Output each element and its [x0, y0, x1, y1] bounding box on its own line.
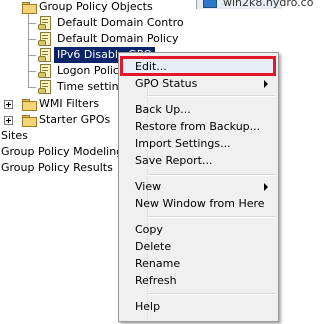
tree-item-label: WMI Filters	[39, 97, 100, 110]
menu-separator	[147, 95, 275, 97]
menu-item-view[interactable]: View	[135, 179, 161, 195]
tree-item-wmi-filters[interactable]: WMI Filters	[0, 96, 102, 112]
menu-item-new-window-from-here[interactable]: New Window from Here	[135, 196, 265, 212]
tree-item-group-policy-results[interactable]: Group Policy Results	[0, 160, 116, 176]
gpo-icon	[38, 80, 51, 94]
menu-item-back-up[interactable]: Back Up...	[135, 102, 191, 118]
menu-item-edit[interactable]: Edit...	[135, 59, 167, 75]
menu-item-copy[interactable]: Copy	[135, 222, 163, 238]
tree-item-sites[interactable]: Sites	[0, 128, 31, 144]
window-title: win2k8.hydro.co	[223, 0, 314, 9]
tree-item-starter-gpos[interactable]: Starter GPOs	[0, 112, 113, 128]
menu-item-label: GPO Status	[135, 77, 198, 90]
tree-item-label: Group Policy Objects	[39, 0, 153, 13]
tree-item-group-policy-modeling[interactable]: Group Policy Modeling	[0, 144, 126, 160]
window-fragment: win2k8.hydro.co	[196, 0, 313, 9]
menu-item-help[interactable]: Help	[135, 299, 160, 315]
menu-separator	[147, 216, 275, 218]
submenu-arrow-icon	[264, 183, 268, 191]
expand-icon[interactable]	[4, 116, 13, 125]
folder-icon	[22, 2, 37, 14]
menu-item-gpo-status[interactable]: GPO Status	[135, 76, 271, 92]
menu-separator	[147, 293, 275, 295]
gpo-icon	[38, 64, 51, 78]
tree-item-group-policy-objects[interactable]: Group Policy Objects	[0, 0, 156, 15]
menu-item-import-settings[interactable]: Import Settings...	[135, 136, 231, 152]
expand-icon[interactable]	[4, 100, 13, 109]
tree-item-logon-policy[interactable]: Logon Policy	[0, 63, 129, 79]
menu-item-delete[interactable]: Delete	[135, 239, 171, 255]
tree-item-label: Sites	[1, 129, 28, 142]
menu-item-restore-from-backup[interactable]: Restore from Backup...	[135, 119, 260, 135]
folder-icon	[22, 99, 37, 111]
tree-item-default-domain-controllers[interactable]: Default Domain Contro	[0, 15, 187, 31]
gpo-icon	[38, 16, 51, 30]
computer-icon	[203, 0, 217, 8]
gpo-icon	[38, 48, 51, 62]
gpo-icon	[38, 32, 51, 46]
folder-icon	[22, 115, 37, 127]
tree-item-label: Default Domain Contro	[57, 16, 184, 29]
menu-item-refresh[interactable]: Refresh	[135, 273, 177, 289]
tree-item-label: Group Policy Results	[1, 161, 113, 174]
menu-item-save-report[interactable]: Save Report...	[135, 153, 212, 169]
submenu-arrow-icon	[264, 80, 268, 88]
tree-item-time-setting[interactable]: Time setting	[0, 79, 129, 95]
menu-item-rename[interactable]: Rename	[135, 256, 180, 272]
tree-item-default-domain-policy[interactable]: Default Domain Policy	[0, 31, 182, 47]
menu-separator	[147, 174, 275, 176]
context-menu: Edit... GPO Status Back Up... Restore fr…	[118, 52, 279, 322]
tree-item-label: Group Policy Modeling	[1, 145, 124, 158]
tree-item-label: Default Domain Policy	[57, 32, 179, 45]
tree-item-label: Starter GPOs	[39, 113, 111, 126]
